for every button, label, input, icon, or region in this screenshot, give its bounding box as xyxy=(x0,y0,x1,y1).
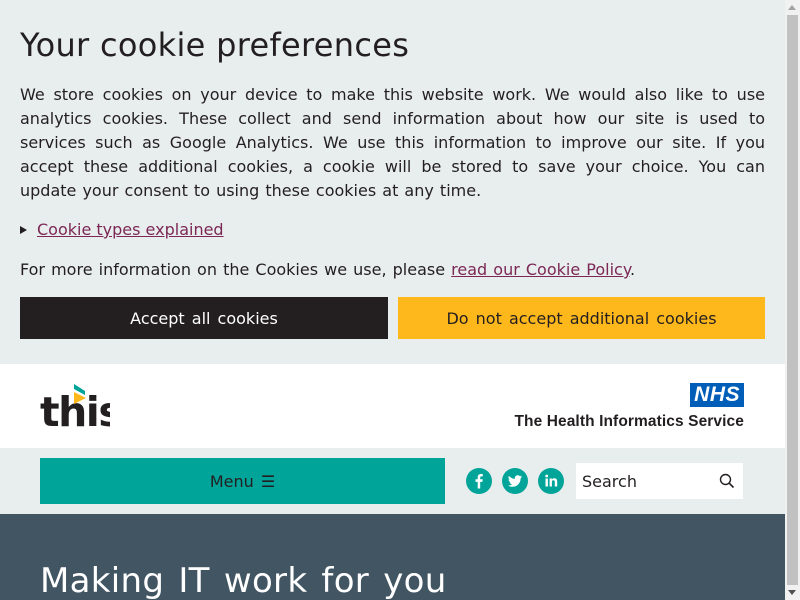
cookie-policy-link[interactable]: read our Cookie Policy xyxy=(451,260,630,279)
page-viewport: Your cookie preferences We store cookies… xyxy=(0,0,785,600)
scroll-up-arrow-icon[interactable] xyxy=(788,5,796,10)
disclosure-triangle-icon[interactable] xyxy=(20,226,27,234)
this-logo-graphic: this xyxy=(40,384,123,436)
cookie-policy-prefix: For more information on the Cookies we u… xyxy=(20,260,452,279)
search-icon[interactable] xyxy=(719,473,735,489)
nav-bar: Menu ☰ xyxy=(0,448,785,514)
search-box[interactable] xyxy=(576,463,743,499)
facebook-glyph xyxy=(475,474,483,489)
reject-additional-cookies-button[interactable]: Do not accept additional cookies xyxy=(398,297,765,339)
this-logo[interactable]: this xyxy=(40,384,123,436)
linkedin-glyph xyxy=(545,474,558,487)
facebook-icon[interactable] xyxy=(466,468,492,494)
cookie-types-details[interactable]: Cookie types explained xyxy=(20,218,224,242)
scroll-down-arrow-icon[interactable] xyxy=(788,590,796,595)
nhs-tagline: The Health Informatics Service xyxy=(514,413,744,430)
cookie-banner: Your cookie preferences We store cookies… xyxy=(0,0,785,364)
linkedin-icon[interactable] xyxy=(538,468,564,494)
menu-button[interactable]: Menu ☰ xyxy=(40,458,445,504)
cookie-banner-body: We store cookies on your device to make … xyxy=(20,85,765,200)
nhs-branding[interactable]: NHS The Health Informatics Service xyxy=(514,383,744,431)
nhs-logo: NHS xyxy=(690,383,744,407)
twitter-glyph xyxy=(508,475,522,487)
site-header: this NHS The Health Informatics Service xyxy=(0,364,785,448)
hero-title: Making IT work for you xyxy=(40,561,447,600)
scrollbar-thumb[interactable] xyxy=(787,15,798,585)
hero-banner: Making IT work for you xyxy=(0,514,785,600)
cookie-policy-suffix: . xyxy=(630,260,636,279)
cookie-banner-title: Your cookie preferences xyxy=(20,26,410,64)
search-input[interactable] xyxy=(576,463,706,499)
cookie-types-explained-link[interactable]: Cookie types explained xyxy=(37,220,224,239)
accept-all-cookies-button[interactable]: Accept all cookies xyxy=(20,297,388,339)
menu-label: Menu xyxy=(209,471,254,491)
cookie-policy-sentence: For more information on the Cookies we u… xyxy=(20,258,635,282)
vertical-scrollbar[interactable] xyxy=(785,0,800,600)
hamburger-icon: ☰ xyxy=(260,471,276,491)
twitter-icon[interactable] xyxy=(502,468,528,494)
